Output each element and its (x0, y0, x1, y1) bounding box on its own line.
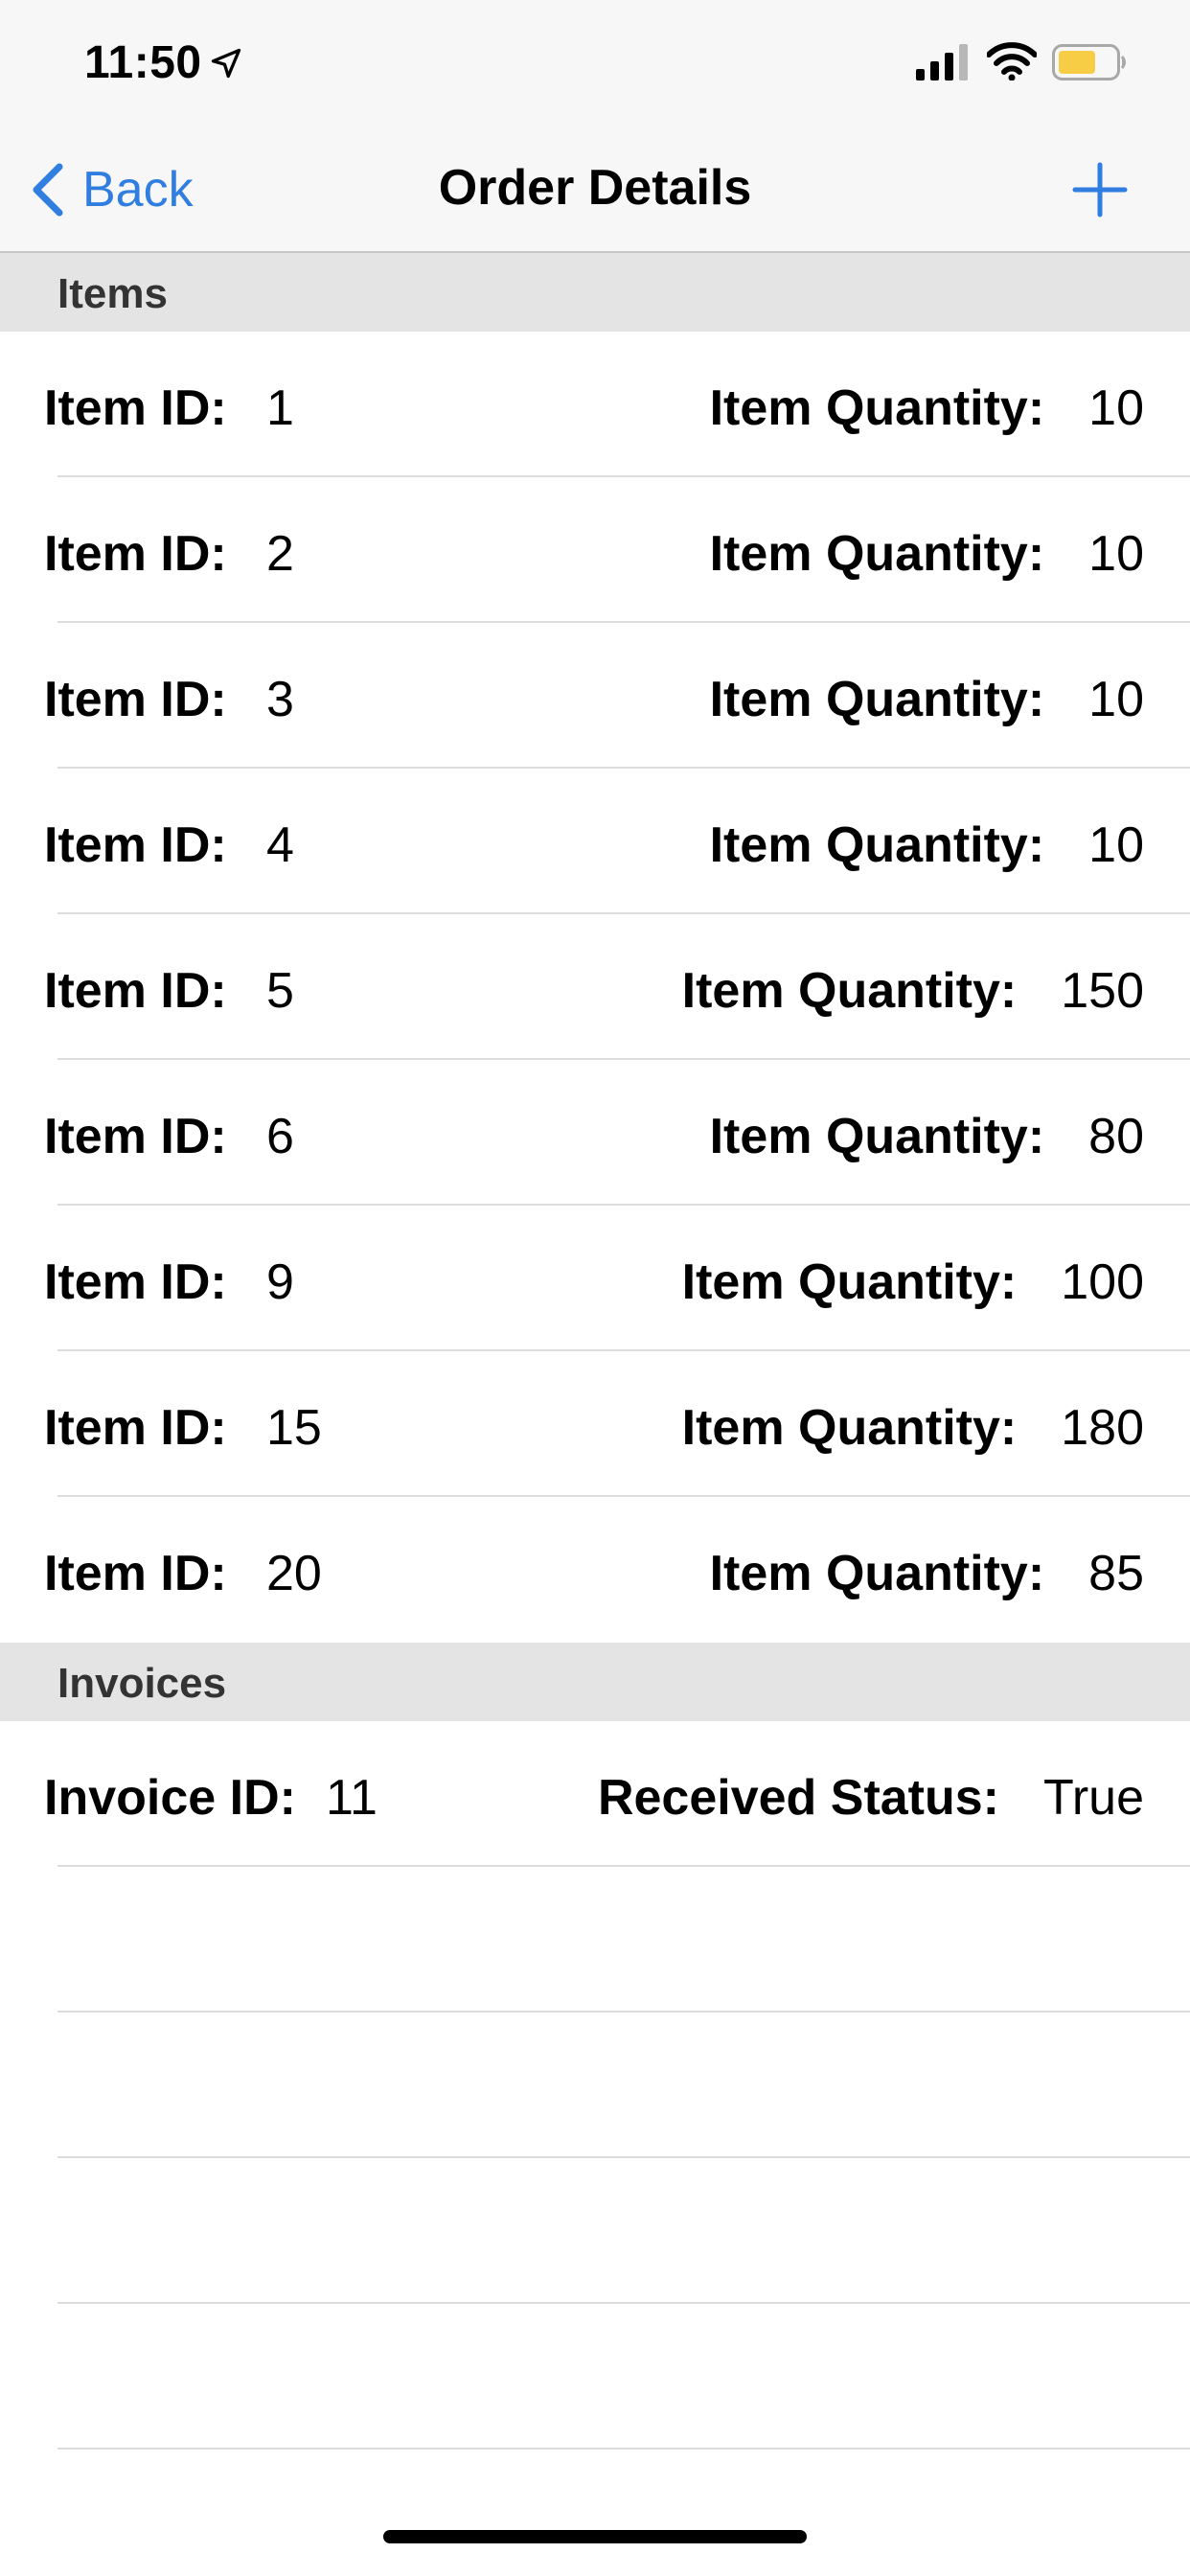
home-indicator[interactable] (383, 2530, 807, 2543)
item-row[interactable]: Item ID: 2 Item Quantity: 10 (0, 477, 1190, 623)
invoice-row[interactable]: Invoice ID: 11 Received Status: True (0, 1721, 1190, 1867)
section-header-label: Invoices (57, 1660, 227, 1707)
page-title: Order Details (438, 160, 752, 216)
item-id-value: 4 (266, 817, 294, 873)
wifi-icon (987, 42, 1037, 80)
item-row[interactable]: Item ID: 3 Item Quantity: 10 (0, 623, 1190, 769)
item-quantity-label: Item Quantity: (709, 1109, 1045, 1164)
item-quantity-value: 10 (1088, 380, 1144, 436)
empty-row (0, 2158, 1190, 2304)
item-id-label: Item ID: (44, 380, 227, 436)
item-quantity-value: 100 (1061, 1254, 1144, 1310)
item-quantity-value: 150 (1061, 963, 1144, 1019)
received-status-label: Received Status: (597, 1770, 999, 1826)
item-row[interactable]: Item ID: 5 Item Quantity: 150 (0, 914, 1190, 1060)
battery-icon (1052, 44, 1126, 80)
signal-bars-icon (916, 44, 968, 80)
received-status-value: True (1043, 1770, 1144, 1826)
item-quantity-label: Item Quantity: (681, 963, 1018, 1019)
item-id-value: 9 (266, 1254, 294, 1310)
item-quantity-label: Item Quantity: (709, 1546, 1045, 1601)
status-bar: 11:50 (0, 0, 1190, 126)
status-time: 11:50 (84, 37, 202, 88)
item-id-label: Item ID: (44, 1254, 227, 1310)
item-row[interactable]: Item ID: 4 Item Quantity: 10 (0, 769, 1190, 914)
invoice-id-label: Invoice ID: (44, 1770, 296, 1826)
item-id-value: 15 (266, 1400, 322, 1456)
item-row[interactable]: Item ID: 15 Item Quantity: 180 (0, 1351, 1190, 1497)
section-header-label: Items (57, 270, 168, 317)
item-quantity-value: 10 (1088, 672, 1144, 727)
empty-row (0, 2012, 1190, 2158)
invoice-id-value: 11 (326, 1770, 378, 1826)
item-id-value: 20 (266, 1546, 322, 1601)
item-id-value: 1 (266, 380, 294, 436)
item-quantity-value: 85 (1088, 1546, 1144, 1601)
item-id-value: 3 (266, 672, 294, 727)
empty-row (0, 2304, 1190, 2450)
empty-row (0, 1867, 1190, 2012)
item-quantity-label: Item Quantity: (709, 380, 1045, 436)
plus-icon[interactable] (1071, 161, 1129, 218)
item-quantity-label: Item Quantity: (681, 1254, 1018, 1310)
item-id-value: 2 (266, 526, 294, 582)
item-quantity-value: 80 (1088, 1109, 1144, 1164)
item-id-value: 6 (266, 1109, 294, 1164)
item-id-value: 5 (266, 963, 294, 1019)
item-id-label: Item ID: (44, 1400, 227, 1456)
item-id-label: Item ID: (44, 963, 227, 1019)
item-row[interactable]: Item ID: 6 Item Quantity: 80 (0, 1060, 1190, 1206)
section-header-items: Items (0, 253, 1190, 332)
item-id-label: Item ID: (44, 817, 227, 873)
navigation-bar: Back Order Details (0, 126, 1190, 253)
item-quantity-label: Item Quantity: (681, 1400, 1018, 1456)
item-id-label: Item ID: (44, 1109, 227, 1164)
item-row[interactable]: Item ID: 20 Item Quantity: 85 (0, 1497, 1190, 1643)
item-quantity-label: Item Quantity: (709, 526, 1045, 582)
section-header-invoices: Invoices (0, 1643, 1190, 1721)
item-id-label: Item ID: (44, 672, 227, 727)
row-divider (57, 2448, 1190, 2450)
item-id-label: Item ID: (44, 1546, 227, 1601)
item-row[interactable]: Item ID: 1 Item Quantity: 10 (0, 332, 1190, 477)
item-quantity-label: Item Quantity: (709, 817, 1045, 873)
item-quantity-value: 10 (1088, 526, 1144, 582)
item-quantity-value: 10 (1088, 817, 1144, 873)
item-quantity-label: Item Quantity: (709, 672, 1045, 727)
item-quantity-value: 180 (1061, 1400, 1144, 1456)
item-id-label: Item ID: (44, 526, 227, 582)
item-row[interactable]: Item ID: 9 Item Quantity: 100 (0, 1206, 1190, 1351)
location-arrow-icon (211, 48, 241, 79)
